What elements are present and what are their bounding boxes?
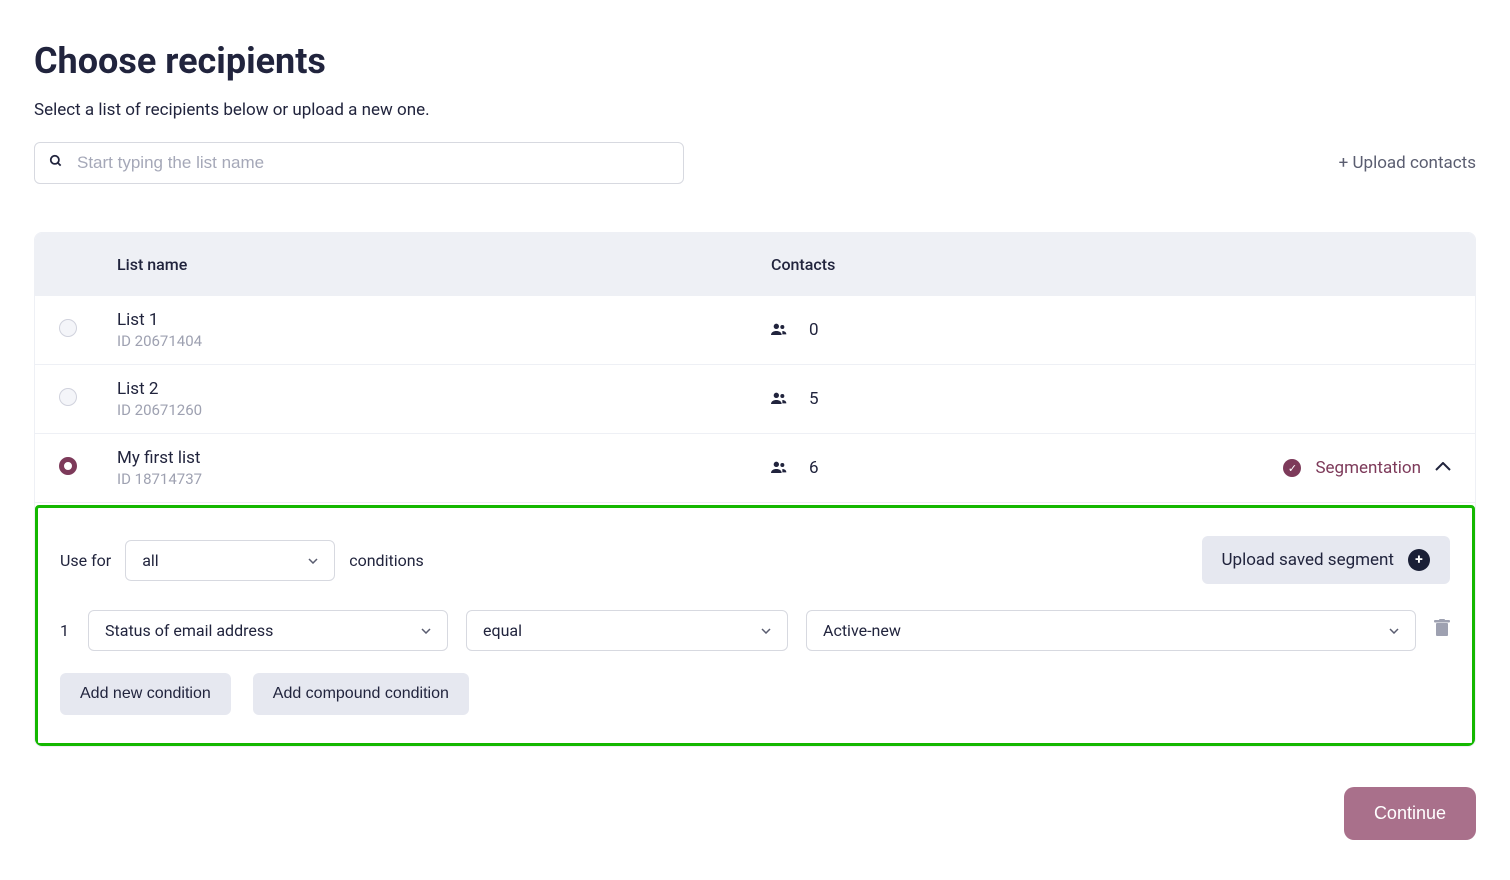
page-subtitle: Select a list of recipients below or upl… xyxy=(34,100,1476,120)
page-title: Choose recipients xyxy=(34,40,1476,82)
segmentation-panel: Use for all conditions Upload saved segm… xyxy=(35,505,1475,746)
upload-saved-label: Upload saved segment xyxy=(1222,550,1395,570)
people-icon xyxy=(771,459,787,477)
chevron-down-icon xyxy=(421,624,431,637)
chevron-down-icon xyxy=(308,554,318,567)
list-id: ID 20671404 xyxy=(117,332,771,350)
search-input[interactable] xyxy=(77,153,669,173)
search-box[interactable] xyxy=(34,142,684,184)
radio-unselected[interactable] xyxy=(59,388,77,406)
list-name: List 2 xyxy=(117,379,771,399)
add-condition-button[interactable]: Add new condition xyxy=(60,673,231,715)
contacts-count: 6 xyxy=(809,458,819,478)
check-circle-icon: ✓ xyxy=(1283,459,1301,477)
table-row[interactable]: My first list ID 18714737 6 ✓ Segmentati… xyxy=(35,434,1475,503)
plus-circle-icon: + xyxy=(1408,549,1430,571)
people-icon xyxy=(771,390,787,408)
upload-saved-segment-button[interactable]: Upload saved segment + xyxy=(1202,536,1451,584)
list-name: List 1 xyxy=(117,310,771,330)
continue-button[interactable]: Continue xyxy=(1344,787,1476,840)
column-list-name: List name xyxy=(117,255,771,274)
segmentation-label[interactable]: Segmentation xyxy=(1315,458,1421,478)
radio-unselected[interactable] xyxy=(59,319,77,337)
list-id: ID 18714737 xyxy=(117,470,771,488)
chevron-down-icon xyxy=(1389,624,1399,637)
table-header: List name Contacts xyxy=(35,233,1475,296)
column-contacts: Contacts xyxy=(771,255,1231,274)
match-type-select[interactable]: all xyxy=(125,540,335,581)
people-icon xyxy=(771,321,787,339)
recipients-table: List name Contacts List 1 ID 20671404 0 … xyxy=(34,232,1476,747)
upload-contacts-link[interactable]: + Upload contacts xyxy=(1339,153,1476,173)
contacts-count: 0 xyxy=(809,320,819,340)
radio-selected[interactable] xyxy=(59,457,77,475)
match-type-value: all xyxy=(142,551,158,570)
table-row[interactable]: List 2 ID 20671260 5 xyxy=(35,365,1475,434)
chevron-up-icon[interactable] xyxy=(1435,460,1451,476)
trash-icon[interactable] xyxy=(1434,619,1450,642)
conditions-label: conditions xyxy=(349,551,424,570)
chevron-down-icon xyxy=(761,624,771,637)
add-compound-condition-button[interactable]: Add compound condition xyxy=(253,673,469,715)
condition-field-select[interactable]: Status of email address xyxy=(88,610,448,651)
condition-field-value: Status of email address xyxy=(105,621,273,640)
condition-value-value: Active-new xyxy=(823,621,901,640)
contacts-count: 5 xyxy=(809,389,819,409)
use-for-label: Use for xyxy=(60,551,111,570)
condition-operator-value: equal xyxy=(483,621,522,640)
condition-row: 1 Status of email address equal Active-n… xyxy=(60,610,1450,651)
search-icon xyxy=(49,154,63,172)
condition-value-select[interactable]: Active-new xyxy=(806,610,1416,651)
condition-operator-select[interactable]: equal xyxy=(466,610,788,651)
condition-number: 1 xyxy=(60,621,70,640)
list-name: My first list xyxy=(117,448,771,468)
table-row[interactable]: List 1 ID 20671404 0 xyxy=(35,296,1475,365)
list-id: ID 20671260 xyxy=(117,401,771,419)
